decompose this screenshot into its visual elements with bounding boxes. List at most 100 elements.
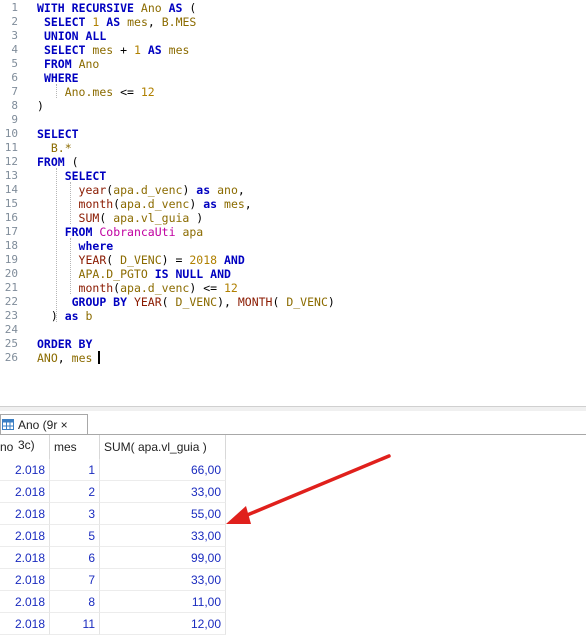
code-token: ) =: [161, 253, 190, 267]
code-token: ,: [57, 351, 72, 365]
code-token: SELECT: [43, 43, 86, 57]
code-text: SELECT: [37, 169, 107, 183]
code-token: AND: [210, 267, 231, 281]
indent-guide: [56, 84, 57, 98]
code-text: GROUP BY YEAR( D_VENC), MONTH( D_VENC): [37, 295, 335, 309]
line-number: 11: [4, 141, 18, 154]
line-number: 5: [11, 57, 18, 70]
code-text: month(apa.d_venc) <= 12: [37, 281, 238, 295]
table-cell[interactable]: 33,00: [100, 481, 226, 503]
table-cell[interactable]: 33,00: [100, 525, 226, 547]
code-token: ,: [244, 197, 252, 211]
code-token: YEAR: [133, 295, 162, 309]
code-token: apa.vl_guia: [113, 211, 190, 225]
code-text: where: [37, 239, 114, 253]
code-token: Ano.mes: [64, 85, 114, 99]
line-number: 16: [4, 211, 18, 224]
table-cell[interactable]: 5: [50, 525, 100, 547]
line-number: 18: [4, 239, 18, 252]
line-number: 10: [4, 127, 18, 140]
indent-guide: [70, 238, 71, 294]
code-text: ) as b: [37, 309, 93, 323]
code-text: WITH RECURSIVE Ano AS (: [37, 1, 196, 15]
code-token: APA.D_PGTO: [78, 267, 148, 281]
code-token: mes: [127, 15, 148, 29]
code-token: ): [189, 211, 204, 225]
code-token: Ano: [140, 1, 162, 15]
code-text: APA.D_PGTO IS NULL AND: [37, 267, 231, 281]
line-number: 17: [4, 225, 18, 238]
column-header-sum[interactable]: SUM( apa.vl_guia ): [100, 435, 226, 459]
table-cell[interactable]: 2.018: [0, 591, 50, 613]
code-text: ANO, mes: [37, 351, 99, 365]
code-token: CobrancaUti: [99, 225, 176, 239]
code-token: AS: [168, 1, 183, 15]
code-token: SELECT: [37, 127, 79, 141]
table-cell[interactable]: 2.018: [0, 459, 50, 481]
table-cell[interactable]: 55,00: [100, 503, 226, 525]
line-number: 8: [11, 99, 18, 112]
code-token: month: [78, 197, 114, 211]
code-text: SELECT: [37, 127, 79, 141]
code-token: B.MES: [161, 15, 197, 29]
table-cell[interactable]: 7: [50, 569, 100, 591]
column-header-mes[interactable]: mes: [50, 435, 100, 459]
table-cell[interactable]: 66,00: [100, 459, 226, 481]
line-number: 7: [11, 85, 18, 98]
code-text: FROM CobrancaUti apa: [37, 225, 204, 239]
code-token: mes: [168, 43, 190, 57]
table-cell[interactable]: 11: [50, 613, 100, 635]
line-number: 20: [4, 267, 18, 280]
table-cell[interactable]: 2: [50, 481, 100, 503]
table-cell[interactable]: 11,00: [100, 591, 226, 613]
code-text: Ano.mes <= 12: [37, 85, 155, 99]
table-cell[interactable]: 2.018: [0, 503, 50, 525]
code-token: ): [37, 309, 65, 323]
table-cell[interactable]: 2.018: [0, 569, 50, 591]
code-token: month: [78, 281, 114, 295]
table-cell[interactable]: 2.018: [0, 481, 50, 503]
table-cell[interactable]: 2.018: [0, 525, 50, 547]
line-number: 3: [11, 29, 18, 42]
code-token: 2018: [189, 253, 218, 267]
sql-editor[interactable]: 1 WITH RECURSIVE Ano AS (2 SELECT 1 AS me…: [0, 0, 586, 406]
table-cell[interactable]: 99,00: [100, 547, 226, 569]
table-cell[interactable]: 6: [50, 547, 100, 569]
results-panel: Ano (9r × 3c) no mes SUM( apa.vl_guia ) …: [0, 411, 586, 635]
code-token: WITH: [37, 1, 65, 15]
table-cell[interactable]: 33,00: [100, 569, 226, 591]
column-header-ano[interactable]: no: [0, 435, 50, 459]
line-number: 13: [4, 169, 18, 182]
code-token: mes: [92, 43, 114, 57]
code-text: YEAR( D_VENC) = 2018 AND: [37, 253, 245, 267]
table-cell[interactable]: 12,00: [100, 613, 226, 635]
table-cell[interactable]: 1: [50, 459, 100, 481]
code-text: ): [37, 99, 44, 113]
code-token: YEAR: [78, 253, 107, 267]
code-token: UNION ALL: [43, 29, 107, 43]
code-token: where: [78, 239, 114, 253]
line-number: 26: [4, 351, 18, 364]
table-cell[interactable]: 3: [50, 503, 100, 525]
result-tab[interactable]: Ano (9r × 3c): [0, 414, 88, 452]
code-text: B.*: [37, 141, 72, 155]
line-number: 9: [11, 113, 18, 126]
code-token: SELECT: [64, 169, 107, 183]
code-token: <=: [113, 85, 141, 99]
line-number: 15: [4, 197, 18, 210]
code-token: ) <=: [189, 281, 224, 295]
table-cell[interactable]: 2.018: [0, 547, 50, 569]
table-cell[interactable]: 8: [50, 591, 100, 613]
code-token: (: [272, 295, 287, 309]
table-cell[interactable]: 2.018: [0, 613, 50, 635]
